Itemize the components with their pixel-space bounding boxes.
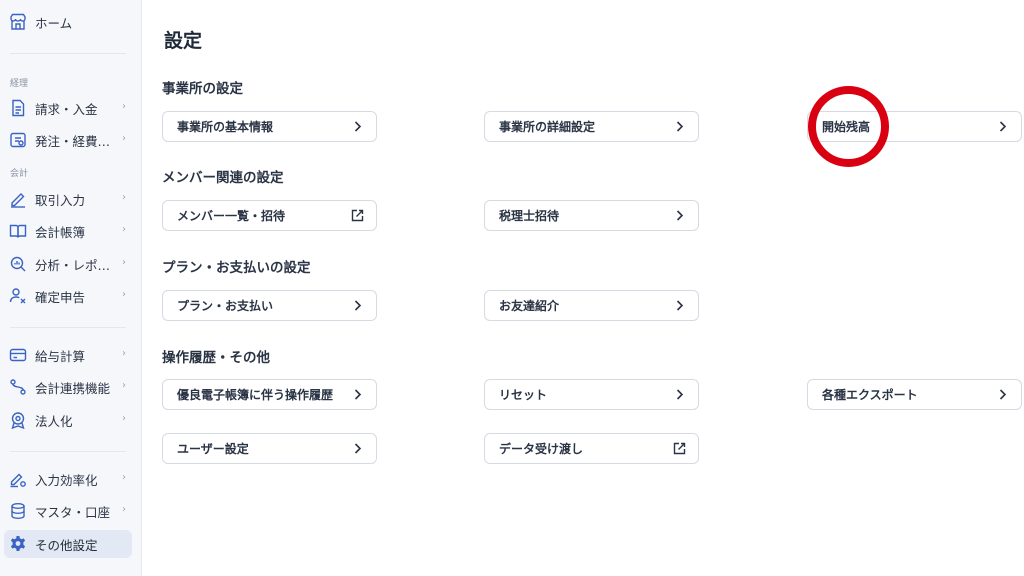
chevron-right-icon: › [122,380,126,391]
plan-payment-button[interactable]: プラン・お支払い [162,290,377,321]
card-label: 税理士招待 [499,209,560,223]
chevron-right-icon: › [122,413,126,424]
sidebar-item-label: 確定申告 [35,289,86,305]
chevron-right-icon: › [122,257,126,268]
card-label: データ受け渡し [499,442,584,456]
card-label: メンバー一覧・招待 [177,209,286,223]
chevron-right-icon: › [122,472,126,483]
payroll-icon [9,346,27,364]
sidebar-item-payroll[interactable]: 給与計算 › [4,341,132,369]
chevron-right-icon [673,209,686,222]
sidebar-item-expense[interactable]: 発注・経費… › [4,126,132,154]
friend-referral-button[interactable]: お友達紹介 [484,290,699,321]
member-list-invite-button[interactable]: メンバー一覧・招待 [162,200,377,231]
chevron-right-icon: › [122,504,126,515]
tax-return-icon [9,287,27,305]
pen-icon [9,190,27,208]
card-label: ユーザー設定 [177,442,249,456]
sidebar-item-ledger[interactable]: 会計帳簿 › [4,217,132,245]
opening-balance-button[interactable]: 開始残高 [807,111,1022,142]
operation-history-button[interactable]: 優良電子帳簿に伴う操作履歴 [162,379,377,410]
link-icon [9,378,27,396]
card-label: リセット [499,388,548,402]
data-handover-button[interactable]: データ受け渡し [484,433,699,464]
chevron-right-icon [996,388,1009,401]
sidebar-item-label: その他設定 [35,537,98,553]
app-window: ホーム 経理 請求・入金 › 発注・経費… › 会計 取引入力 › 会計帳簿 ›… [0,0,1024,576]
section-title-office: 事業所の設定 [162,81,243,97]
sidebar-item-label: 会計連携機能 [35,380,111,396]
chevron-right-icon: › [122,101,126,112]
sidebar-item-label: 入力効率化 [35,472,98,488]
chevron-right-icon: › [122,348,126,359]
card-label: 優良電子帳簿に伴う操作履歴 [177,388,334,402]
sidebar-item-incorporation[interactable]: 法人化 › [4,406,132,434]
efficiency-icon [9,470,27,488]
sidebar-item-tax-return[interactable]: 確定申告 › [4,282,132,310]
chevron-right-icon: › [122,224,126,235]
chevron-right-icon [996,120,1009,133]
sidebar-item-transaction[interactable]: 取引入力 › [4,185,132,213]
store-icon [9,13,27,31]
section-title-members: メンバー関連の設定 [162,170,284,186]
sidebar-item-label: 発注・経費… [35,133,111,149]
sidebar-item-integration[interactable]: 会計連携機能 › [4,373,132,401]
database-icon [9,502,27,520]
invoice-icon [9,99,27,117]
office-basic-info-button[interactable]: 事業所の基本情報 [162,111,377,142]
reset-button[interactable]: リセット [484,379,699,410]
card-label: プラン・お支払い [177,299,274,313]
user-settings-button[interactable]: ユーザー設定 [162,433,377,464]
card-label: 事業所の基本情報 [177,120,274,134]
sidebar-item-efficiency[interactable]: 入力効率化 › [4,465,132,493]
external-link-icon [351,209,364,222]
card-label: 各種エクスポート [822,388,918,402]
sidebar-divider [10,451,126,452]
chevron-right-icon [351,120,364,133]
chevron-right-icon [351,442,364,455]
sidebar-item-label: 請求・入金 [35,101,98,117]
chevron-right-icon: › [122,133,126,144]
analytics-icon [9,255,27,273]
card-label: 開始残高 [822,120,871,134]
sidebar-item-invoice[interactable]: 請求・入金 › [4,94,132,122]
sidebar: ホーム 経理 請求・入金 › 発注・経費… › 会計 取引入力 › 会計帳簿 ›… [0,0,142,576]
sidebar-item-label: 分析・レポ… [35,257,111,273]
sidebar-item-master[interactable]: マスタ・口座 › [4,497,132,525]
chevron-right-icon [351,299,364,312]
sidebar-item-label: 給与計算 [35,348,86,364]
sidebar-divider [10,53,126,54]
external-link-icon [673,442,686,455]
chevron-right-icon [673,299,686,312]
page-title: 設定 [164,30,203,52]
section-label-kaikei: 会計 [10,169,29,179]
sidebar-item-label: ホーム [35,15,73,31]
expense-icon [9,131,27,149]
tax-accountant-invite-button[interactable]: 税理士招待 [484,200,699,231]
chevron-right-icon [351,388,364,401]
chevron-right-icon [673,120,686,133]
sidebar-item-analytics[interactable]: 分析・レポ… › [4,250,132,278]
export-button[interactable]: 各種エクスポート [807,379,1022,410]
book-icon [9,222,27,240]
chevron-right-icon: › [122,289,126,300]
section-title-plan: プラン・お支払いの設定 [162,260,311,276]
incorporation-icon [9,411,27,429]
sidebar-item-label: マスタ・口座 [35,504,111,520]
sidebar-item-label: 会計帳簿 [35,224,86,240]
card-label: お友達紹介 [499,299,560,313]
sidebar-item-other-settings[interactable]: その他設定 [4,530,132,558]
chevron-right-icon [673,388,686,401]
section-title-history: 操作履歴・その他 [162,350,270,366]
card-label: 事業所の詳細設定 [499,120,596,134]
sidebar-divider [10,327,126,328]
chevron-right-icon: › [122,192,126,203]
sidebar-item-label: 取引入力 [35,192,86,208]
sidebar-item-home[interactable]: ホーム [4,8,132,36]
sidebar-item-label: 法人化 [35,413,73,429]
office-detail-settings-button[interactable]: 事業所の詳細設定 [484,111,699,142]
section-label-keiri: 経理 [10,79,29,89]
gear-icon [9,535,27,553]
